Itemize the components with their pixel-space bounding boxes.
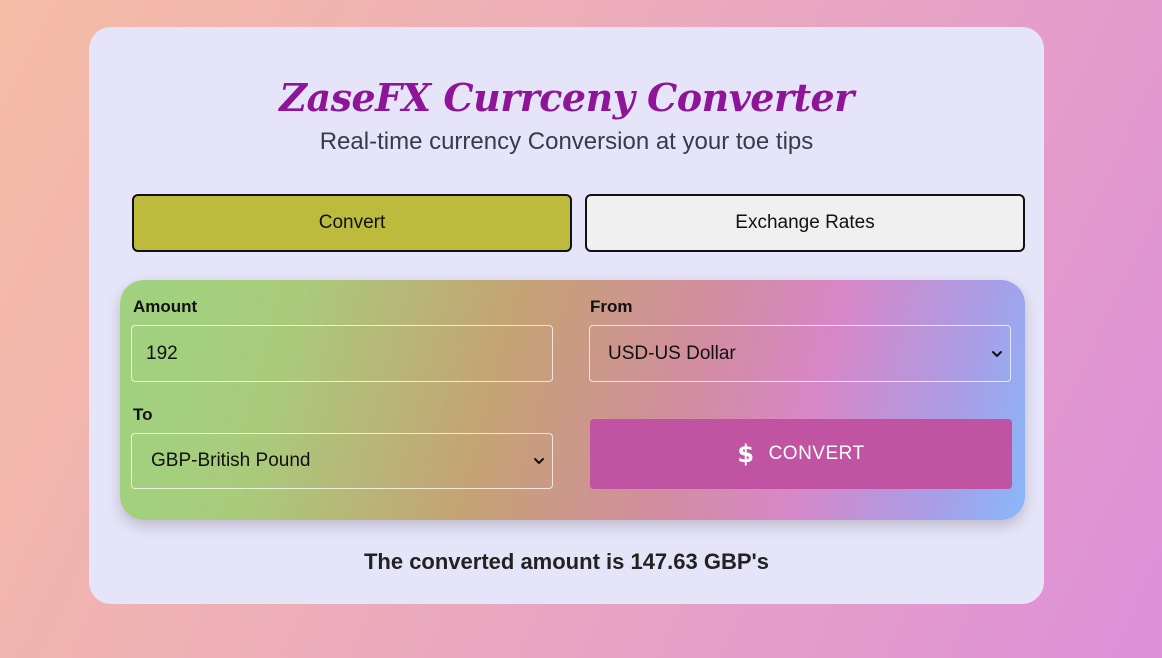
from-currency-select[interactable]: USD-US Dollar [589,325,1011,382]
amount-value: 192 [146,342,178,364]
converter-form: Amount 192 From USD-US Dollar To GBP-Bri… [120,280,1025,520]
dollar-icon: $ [737,440,755,468]
to-label: To [133,405,153,424]
tab-convert[interactable]: Convert [132,194,572,252]
from-currency-value: USD-US Dollar [608,342,736,364]
converter-card: ZaseFX Currceny Converter Real-time curr… [89,27,1044,604]
amount-input[interactable]: 192 [131,325,553,382]
page-title: ZaseFX Currceny Converter [279,75,854,120]
to-currency-value: GBP-British Pound [151,450,311,471]
chevron-down-icon [534,458,544,464]
amount-label: Amount [133,297,198,316]
tab-exchange-rates[interactable]: Exchange Rates [585,194,1025,252]
convert-button-label: CONVERT [768,443,865,464]
to-currency-select[interactable]: GBP-British Pound [131,433,553,489]
chevron-down-icon [992,350,1002,357]
conversion-result: The converted amount is 147.63 GBP's [363,549,770,574]
from-label: From [590,297,633,316]
convert-button[interactable]: $ CONVERT [590,419,1012,489]
page-subtitle: Real-time currency Conversion at your to… [319,128,814,155]
